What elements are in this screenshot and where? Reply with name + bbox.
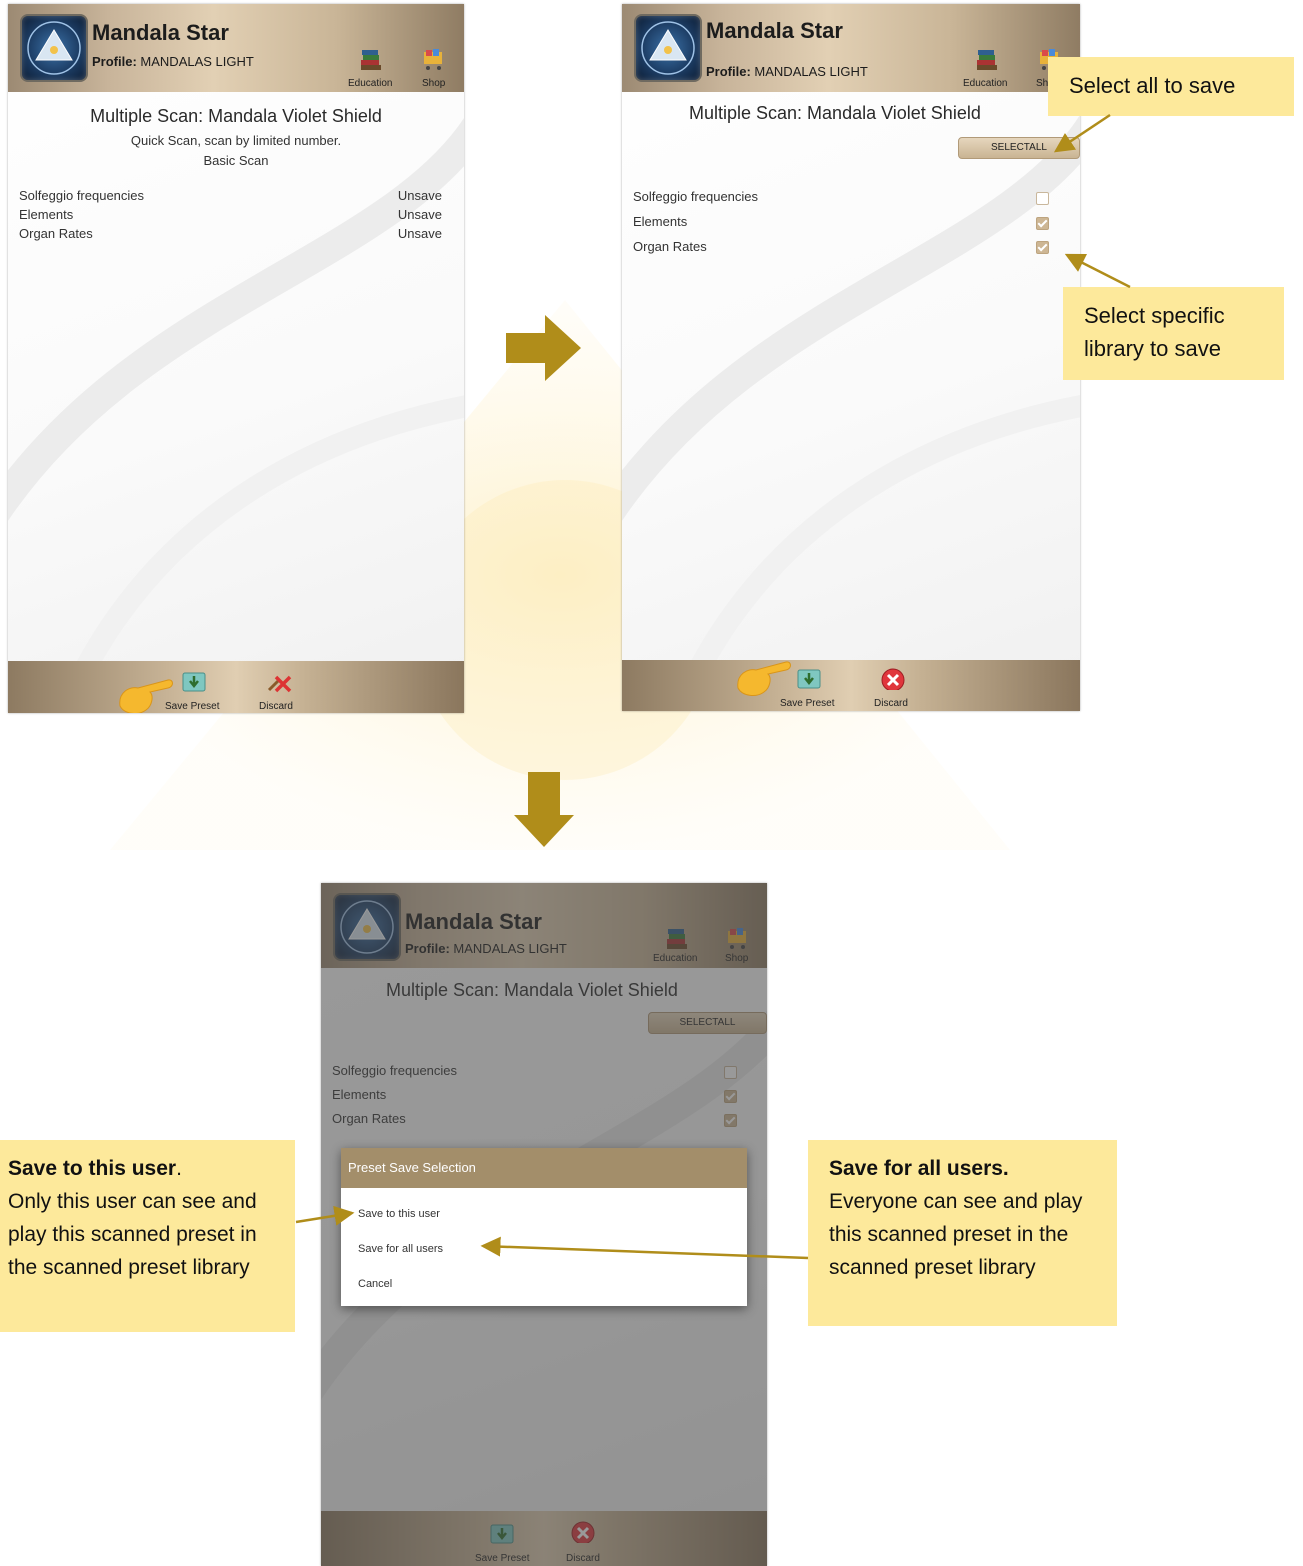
mandala-logo-icon — [20, 14, 88, 82]
save-preset-label[interactable]: Save Preset — [780, 698, 834, 709]
callout-title: Save to this user — [8, 1157, 177, 1180]
pointing-hand-icon — [119, 679, 173, 713]
save-preset-icon[interactable] — [181, 671, 207, 693]
save-preset-icon[interactable] — [796, 668, 822, 690]
library-row-label[interactable]: Solfeggio frequencies — [19, 188, 144, 203]
dialog-title: Preset Save Selection — [341, 1148, 747, 1188]
selectall-button[interactable]: SELECTALL — [958, 137, 1080, 159]
profile-label: Profile: — [706, 64, 751, 79]
profile-line: Profile: MANDALAS LIGHT — [706, 64, 868, 79]
scan-title: Multiple Scan: Mandala Violet Shield — [689, 103, 981, 123]
screen-3: Mandala Star Profile: MANDALAS LIGHT Edu… — [321, 883, 767, 1566]
education-label[interactable]: Education — [348, 78, 392, 89]
screen-1: Mandala Star Profile: MANDALAS LIGHT Edu… — [8, 4, 464, 713]
bottom-toolbar: Save Preset Discard — [8, 661, 464, 713]
preset-save-dialog: Preset Save Selection Save to this user … — [341, 1148, 747, 1306]
app-header: Mandala Star Profile: MANDALAS LIGHT Edu… — [8, 4, 464, 92]
close-circle-icon[interactable] — [880, 668, 906, 690]
screen-2: Mandala Star Profile: MANDALAS LIGHT Edu… — [622, 4, 1080, 711]
option-save-to-this-user[interactable]: Save to this user — [358, 1208, 440, 1220]
app-title: Mandala Star — [706, 18, 843, 43]
library-checkbox[interactable] — [1036, 217, 1049, 230]
app-header: Mandala Star Profile: MANDALAS LIGHT Edu… — [622, 4, 1080, 92]
callout-title: Save for all users. — [829, 1157, 1009, 1180]
library-row-label[interactable]: Solfeggio frequencies — [633, 189, 758, 204]
profile-name: MANDALAS LIGHT — [754, 64, 868, 79]
library-row-label[interactable]: Organ Rates — [19, 226, 93, 241]
option-save-for-all-users[interactable]: Save for all users — [358, 1243, 443, 1255]
pointing-hand-icon — [737, 661, 791, 696]
library-row-label[interactable]: Elements — [633, 214, 687, 229]
shop-label[interactable]: Shop — [422, 78, 445, 89]
books-icon[interactable] — [358, 48, 384, 72]
library-checkbox[interactable] — [1036, 241, 1049, 254]
callout-save-to-this-user: Save to this user. Only this user can se… — [0, 1140, 295, 1332]
callout-save-for-all-users: Save for all users. Everyone can see and… — [808, 1140, 1117, 1326]
callout-title-suffix: . — [176, 1157, 182, 1180]
discard-label[interactable]: Discard — [259, 701, 293, 712]
callout-body: Only this user can see and play this sca… — [8, 1190, 257, 1279]
library-row-state[interactable]: Unsave — [398, 188, 442, 203]
bottom-toolbar: Save Preset Discard — [622, 660, 1080, 711]
mandala-logo-icon — [634, 14, 702, 82]
library-row-label[interactable]: Elements — [19, 207, 73, 222]
callout-select-all: Select all to save — [1048, 57, 1294, 116]
app-title: Mandala Star — [92, 20, 229, 45]
discard-label[interactable]: Discard — [874, 698, 908, 709]
library-row-state[interactable]: Unsave — [398, 226, 442, 241]
library-checkbox[interactable] — [1036, 192, 1049, 205]
broom-discard-icon[interactable] — [266, 671, 292, 693]
profile-label: Profile: — [92, 54, 137, 69]
shop-cart-icon[interactable] — [420, 48, 446, 72]
callout-select-specific: Select specific library to save — [1063, 287, 1284, 380]
library-row-label[interactable]: Organ Rates — [633, 239, 707, 254]
scan-subtitle: Quick Scan, scan by limited number. — [130, 133, 342, 148]
shop-label[interactable]: Sh — [1036, 78, 1048, 89]
profile-line: Profile: MANDALAS LIGHT — [92, 54, 254, 69]
scan-title: Multiple Scan: Mandala Violet Shield — [90, 106, 382, 126]
library-row-state[interactable]: Unsave — [398, 207, 442, 222]
callout-body: Everyone can see and play this scanned p… — [829, 1190, 1083, 1279]
profile-name: MANDALAS LIGHT — [140, 54, 254, 69]
option-cancel[interactable]: Cancel — [358, 1278, 392, 1290]
scan-type: Basic Scan — [203, 153, 269, 168]
books-icon[interactable] — [974, 48, 1000, 72]
education-label[interactable]: Education — [963, 78, 1007, 89]
